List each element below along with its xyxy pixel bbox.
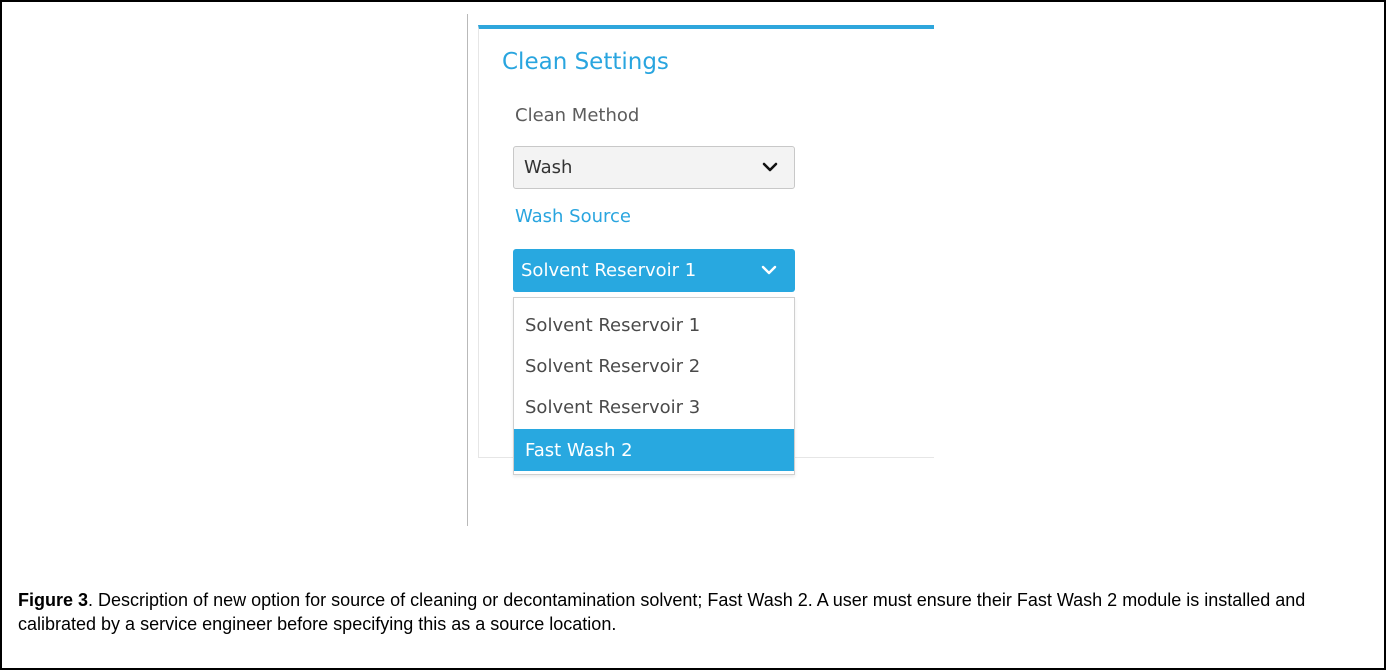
wash-source-dropdown-list: Solvent Reservoir 1 Solvent Reservoir 2 …: [513, 297, 795, 475]
panel-title: Clean Settings: [502, 49, 669, 75]
dropdown-option[interactable]: Solvent Reservoir 2: [514, 345, 794, 387]
dropdown-option-highlighted[interactable]: Fast Wash 2: [514, 429, 794, 471]
caption-text: . Description of new option for source o…: [18, 590, 1306, 634]
chevron-down-icon: [761, 265, 777, 276]
clean-method-select[interactable]: Wash: [513, 146, 795, 189]
divider-line: [467, 14, 468, 526]
chevron-down-icon: [762, 162, 778, 173]
figure-label: Figure 3: [18, 590, 89, 610]
clean-method-label: Clean Method: [515, 105, 640, 126]
clean-method-value: Wash: [524, 157, 573, 178]
wash-source-label: Wash Source: [515, 206, 632, 227]
figure-caption: Figure 3. Description of new option for …: [18, 588, 1358, 636]
wash-source-value: Solvent Reservoir 1: [521, 260, 697, 281]
dropdown-option[interactable]: Solvent Reservoir 1: [514, 304, 794, 346]
wash-source-select[interactable]: Solvent Reservoir 1: [513, 249, 795, 292]
dropdown-option[interactable]: Solvent Reservoir 3: [514, 386, 794, 428]
